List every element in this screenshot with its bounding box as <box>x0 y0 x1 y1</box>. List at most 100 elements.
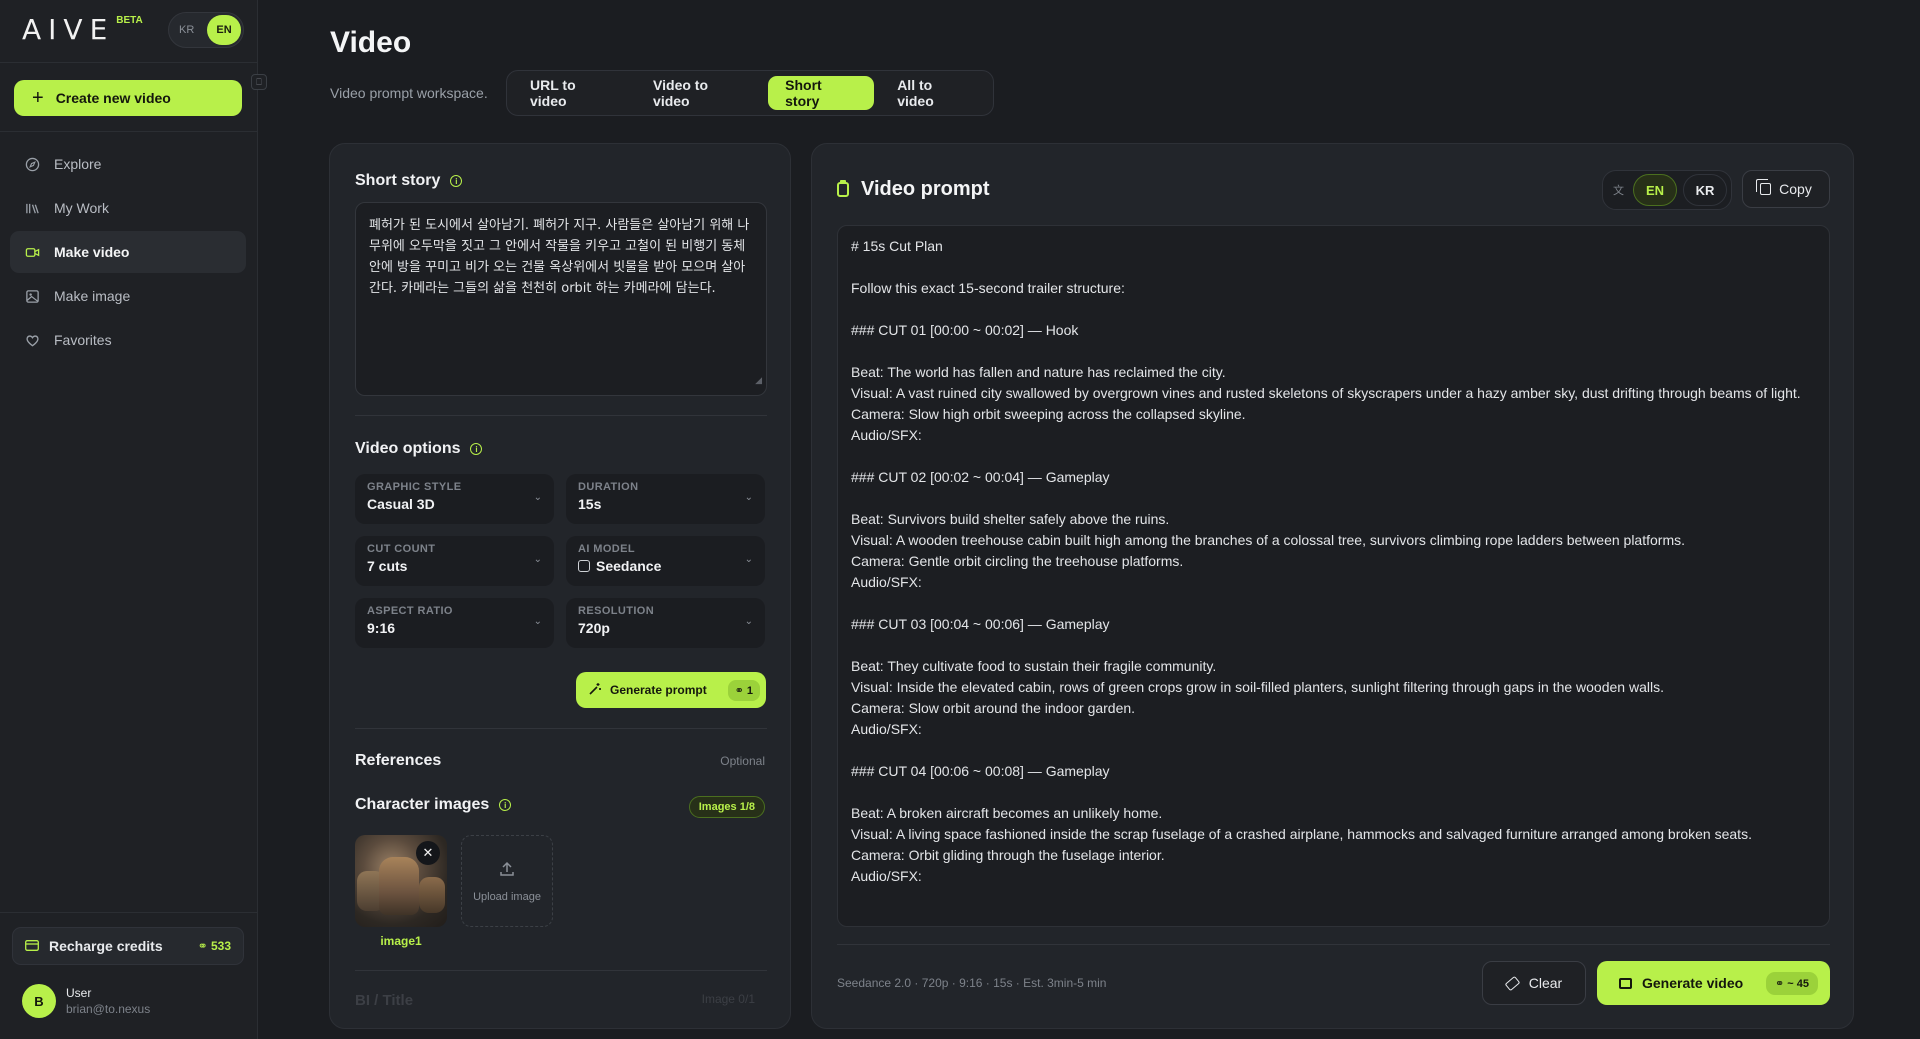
prompt-line: Audio/SFX: <box>851 427 922 443</box>
prompt-lang-en[interactable]: EN <box>1633 174 1677 206</box>
prompt-language-toggle: 文 EN KR <box>1602 170 1732 210</box>
short-story-title: Short story <box>355 172 441 189</box>
prompt-line <box>851 446 1816 467</box>
upload-icon <box>498 860 516 883</box>
translate-icon: 文 <box>1613 185 1624 197</box>
prompt-line: Audio/SFX: <box>851 574 922 590</box>
option-value: 15s <box>578 496 602 512</box>
prompt-line <box>851 488 1816 509</box>
video-prompt-heading: Video prompt <box>837 178 990 201</box>
sidebar-item-make-video[interactable]: Make video <box>10 231 246 273</box>
prompt-lang-kr[interactable]: KR <box>1683 174 1727 206</box>
option-value: 720p <box>578 620 610 636</box>
eraser-icon <box>1504 975 1521 991</box>
prompt-line <box>851 740 1816 761</box>
tab-url-to-video[interactable]: URL to video <box>513 76 630 110</box>
prompt-line: Visual: Inside the elevated cabin, rows … <box>851 679 1664 695</box>
language-switch[interactable]: KR EN <box>168 12 244 48</box>
sidebar-item-favorites[interactable]: Favorites <box>10 319 246 361</box>
generate-video-button[interactable]: Generate video ⚭ ~ 45 <box>1597 961 1830 1005</box>
graphic-style-select[interactable]: GRAPHIC STYLE Casual 3D ⌄ <box>355 474 554 524</box>
clipboard-icon <box>837 180 849 197</box>
lang-en-option[interactable]: EN <box>207 15 241 45</box>
resolution-select[interactable]: RESOLUTION 720p ⌄ <box>566 598 765 648</box>
video-prompt-title: Video prompt <box>861 178 990 200</box>
remove-image-icon[interactable]: ✕ <box>416 841 440 865</box>
video-camera-icon <box>24 244 40 260</box>
prompt-textarea[interactable]: # 15s Cut Plan Follow this exact 15-secon… <box>837 225 1830 927</box>
option-label: ASPECT RATIO <box>367 605 453 617</box>
ai-model-select[interactable]: AI MODEL Seedance ⌄ <box>566 536 765 586</box>
cost-badge: ⚭ ~ 45 <box>1766 971 1818 995</box>
prompt-line: Beat: The world has fallen and nature ha… <box>851 364 1226 380</box>
divider <box>0 131 258 132</box>
chevron-down-icon: ⌄ <box>533 616 542 627</box>
video-options-heading: Video options i <box>355 440 483 458</box>
option-label: DURATION <box>578 481 639 493</box>
model-icon <box>578 560 590 572</box>
tab-short-story[interactable]: Short story <box>768 76 875 110</box>
tab-all-to-video[interactable]: All to video <box>880 76 987 110</box>
short-story-heading: Short story i <box>355 172 463 190</box>
info-icon[interactable]: i <box>499 799 512 811</box>
optional-label: Optional <box>720 754 765 768</box>
character-images-title: Character images <box>355 796 490 813</box>
prompt-line: Beat: A broken aircraft becomes an unlik… <box>851 805 1163 821</box>
character-image-thumbnail[interactable]: ✕ <box>355 835 447 927</box>
divider <box>355 415 767 416</box>
thumbnail-art <box>379 857 419 915</box>
app-logo[interactable]: AIVE <box>22 13 114 46</box>
clear-button[interactable]: Clear <box>1482 961 1586 1005</box>
option-value: Casual 3D <box>367 496 435 512</box>
recharge-credits-button[interactable]: Recharge credits ⚭ 533 <box>12 927 244 965</box>
sidebar-item-label: Explore <box>54 156 102 172</box>
generate-prompt-label: Generate prompt <box>610 683 707 697</box>
create-new-video-button[interactable]: + Create new video <box>14 80 242 116</box>
duration-select[interactable]: DURATION 15s ⌄ <box>566 474 765 524</box>
video-options-title: Video options <box>355 440 461 457</box>
cost-badge: ⚭ 1 <box>727 679 760 701</box>
cost-value: ~ 45 <box>1787 977 1809 990</box>
sidebar-item-my-work[interactable]: My Work <box>10 187 246 229</box>
option-label: RESOLUTION <box>578 605 655 617</box>
user-email: brian@to.nexus <box>66 1002 151 1016</box>
user-name: User <box>66 986 92 1000</box>
option-value: 9:16 <box>367 620 396 636</box>
prompt-line <box>851 635 1816 656</box>
prompt-line: # 15s Cut Plan <box>851 238 943 254</box>
prompt-line: Visual: A living space fashioned inside … <box>851 826 1752 842</box>
chevron-down-icon: ⌄ <box>744 492 753 503</box>
tab-video-to-video[interactable]: Video to video <box>636 76 762 110</box>
sidebar-item-make-image[interactable]: Make image <box>10 275 246 317</box>
user-profile[interactable]: B User brian@to.nexus <box>22 984 150 1018</box>
plus-icon: + <box>32 87 44 109</box>
bi-title-count: Image 0/1 <box>701 992 755 1006</box>
lang-kr-option[interactable]: KR <box>179 24 194 36</box>
avatar: B <box>22 984 56 1018</box>
sidebar-collapse-icon[interactable]: ⎕ <box>251 74 267 90</box>
copy-label: Copy <box>1779 181 1812 197</box>
option-label: CUT COUNT <box>367 543 436 555</box>
info-icon[interactable]: i <box>470 443 483 455</box>
recharge-label: Recharge credits <box>49 938 163 954</box>
bi-title-heading: BI / Title <box>355 992 414 1009</box>
generate-video-label: Generate video <box>1642 975 1744 991</box>
magic-wand-icon <box>588 682 602 699</box>
prompt-line: ### CUT 03 [00:04 ~ 00:06] — Gameplay <box>851 616 1110 632</box>
generate-prompt-button[interactable]: Generate prompt ⚭ 1 <box>576 672 766 708</box>
info-icon[interactable]: i <box>450 175 463 187</box>
character-images-heading: Character images i <box>355 796 512 814</box>
copy-button[interactable]: Copy <box>1742 170 1830 208</box>
upload-image-button[interactable]: Upload image <box>461 835 553 927</box>
clapperboard-icon <box>1619 977 1632 989</box>
sidebar-item-explore[interactable]: Explore <box>10 143 246 185</box>
chevron-down-icon: ⌄ <box>533 492 542 503</box>
resize-handle-icon[interactable]: ◢ <box>755 371 762 392</box>
chevron-down-icon: ⌄ <box>533 554 542 565</box>
prompt-line <box>851 593 1816 614</box>
prompt-line: Camera: Slow orbit around the indoor gar… <box>851 700 1136 716</box>
cut-count-select[interactable]: CUT COUNT 7 cuts ⌄ <box>355 536 554 586</box>
short-story-textarea[interactable]: 폐허가 된 도시에서 살아남기. 폐허가 지구. 사람들은 살아남기 위해 나무… <box>355 202 767 396</box>
prompt-line: Follow this exact 15-second trailer stru… <box>851 280 1125 296</box>
aspect-ratio-select[interactable]: ASPECT RATIO 9:16 ⌄ <box>355 598 554 648</box>
